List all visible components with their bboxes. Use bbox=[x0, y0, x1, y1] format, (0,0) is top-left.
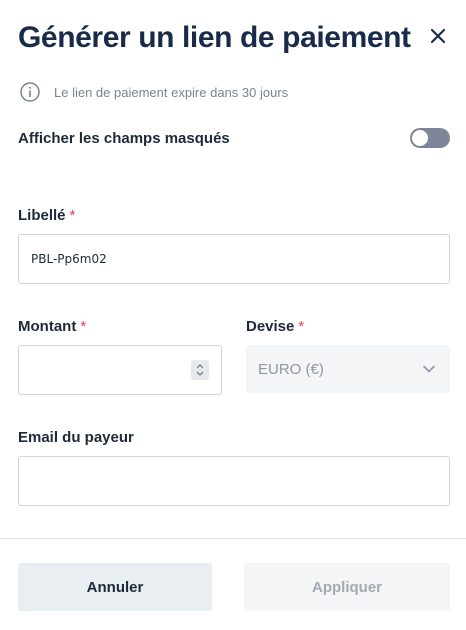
email-field[interactable] bbox=[18, 456, 450, 506]
libelle-label: Libellé * bbox=[18, 207, 75, 224]
devise-value: EURO (€) bbox=[258, 360, 324, 378]
required-asterisk: * bbox=[298, 318, 305, 335]
cancel-button[interactable]: Annuler bbox=[18, 563, 212, 611]
required-asterisk: * bbox=[80, 318, 87, 335]
libelle-label-text: Libellé bbox=[18, 207, 66, 224]
libelle-value: PBL-Pp6m02 bbox=[31, 252, 107, 266]
montant-label: Montant * bbox=[18, 318, 86, 335]
devise-select[interactable]: EURO (€) bbox=[246, 345, 450, 393]
dialog-title: Générer un lien de paiement bbox=[18, 21, 411, 54]
number-stepper[interactable] bbox=[191, 360, 209, 380]
toggle-label: Afficher les champs masqués bbox=[18, 130, 230, 147]
close-icon[interactable] bbox=[426, 24, 450, 48]
footer-divider bbox=[0, 538, 466, 539]
info-notice: Le lien de paiement expire dans 30 jours bbox=[18, 80, 288, 104]
montant-input[interactable] bbox=[18, 345, 222, 395]
hidden-fields-toggle-row: Afficher les champs masqués bbox=[18, 126, 450, 152]
hidden-fields-toggle[interactable] bbox=[410, 128, 450, 148]
montant-label-text: Montant bbox=[18, 318, 77, 335]
required-asterisk: * bbox=[69, 207, 76, 224]
chevron-down-icon bbox=[422, 362, 436, 376]
info-text: Le lien de paiement expire dans 30 jours bbox=[54, 84, 289, 100]
devise-label: Devise * bbox=[246, 318, 304, 335]
apply-button[interactable]: Appliquer bbox=[244, 563, 450, 611]
devise-label-text: Devise bbox=[246, 318, 295, 335]
email-label-text: Email du payeur bbox=[18, 429, 134, 446]
email-label: Email du payeur bbox=[18, 429, 134, 446]
libelle-input[interactable]: PBL-Pp6m02 bbox=[18, 234, 450, 284]
info-icon bbox=[18, 80, 42, 104]
toggle-knob bbox=[412, 130, 428, 146]
